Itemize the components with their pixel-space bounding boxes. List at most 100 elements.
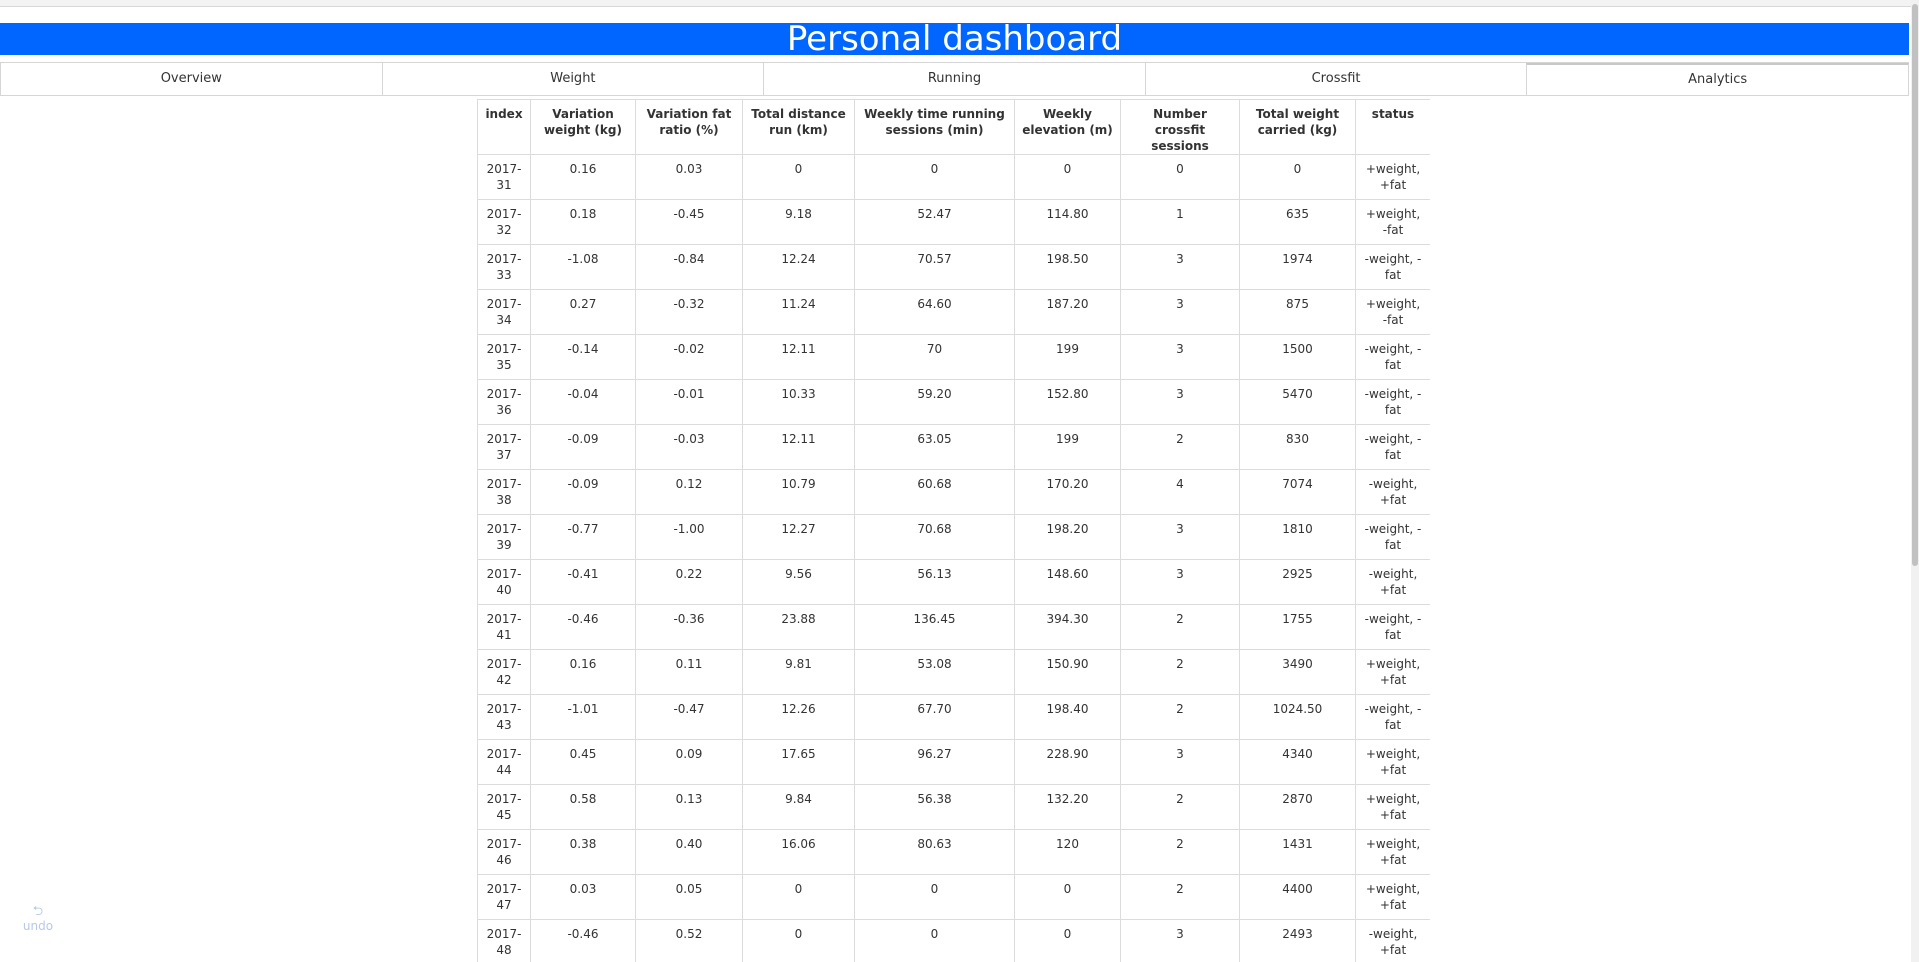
table-cell: 0.16 [530, 154, 636, 200]
table-cell: -weight, -fat [1355, 334, 1430, 380]
tab-running[interactable]: Running [763, 63, 1145, 95]
table-row: 2017-35 -0.14 -0.02 12.11 70 199 3 1500 -weight,… [477, 334, 1430, 380]
table-cell: 17.65 [742, 739, 855, 785]
table-cell: 59.20 [854, 379, 1015, 425]
page-scrollbar[interactable] [1911, 0, 1919, 962]
table-cell: -0.09 [530, 469, 636, 515]
table-cell: 70.57 [854, 244, 1015, 290]
tab-crossfit[interactable]: Crossfit [1144, 63, 1527, 95]
table-cell: 199 [1014, 424, 1121, 470]
table-cell: -weight, -fat [1355, 514, 1430, 560]
table-cell: 114.80 [1014, 199, 1121, 245]
table-cell: 2925 [1239, 559, 1356, 605]
undo-button[interactable]: ⮌ undo [22, 905, 54, 934]
table-cell: 12.11 [742, 424, 855, 470]
table-cell: 0 [1014, 919, 1121, 962]
table-cell: 1974 [1239, 244, 1356, 290]
table-cell: 2 [1120, 424, 1240, 470]
table-cell: 4400 [1239, 874, 1356, 920]
column-header[interactable]: Weekly time running sessions (min) [854, 99, 1015, 155]
table-cell: 2 [1120, 784, 1240, 830]
table-row: 2017-40 -0.41 0.22 9.56 56.13 148.60 3 2925 -wei… [477, 559, 1430, 605]
table-cell: -0.84 [635, 244, 743, 290]
table-cell: 3 [1120, 289, 1240, 335]
table-cell: -0.02 [635, 334, 743, 380]
column-header[interactable]: Weekly elevation (m) [1014, 99, 1121, 155]
table-cell: 2017-39 [477, 514, 531, 560]
table-cell: 2017-45 [477, 784, 531, 830]
table-cell: 0.05 [635, 874, 743, 920]
table-row: 2017-44 0.45 0.09 17.65 96.27 228.90 3 4340 +wei… [477, 739, 1430, 785]
column-header[interactable]: Variation fat ratio (%) [635, 99, 743, 155]
table-cell: -0.41 [530, 559, 636, 605]
table-body: 2017-31 0.16 0.03 0 0 0 0 0 +weight, +fat 2017-32… [477, 154, 1430, 962]
column-header[interactable]: Total distance run (km) [742, 99, 855, 155]
table-cell: 2017-43 [477, 694, 531, 740]
column-header[interactable]: status [1355, 99, 1430, 155]
table-cell: 0.18 [530, 199, 636, 245]
column-header[interactable]: Variation weight (kg) [530, 99, 636, 155]
table-cell: 0.38 [530, 829, 636, 875]
table-cell: 96.27 [854, 739, 1015, 785]
table-cell: 4340 [1239, 739, 1356, 785]
table-cell: 70 [854, 334, 1015, 380]
table-cell: 70.68 [854, 514, 1015, 560]
table-cell: 0 [1014, 874, 1121, 920]
undo-label: undo [22, 919, 54, 933]
table-row: 2017-48 -0.46 0.52 0 0 0 3 2493 -weight, +fat [477, 919, 1430, 962]
table-cell: 0.22 [635, 559, 743, 605]
table-cell: -weight, +fat [1355, 919, 1430, 962]
analytics-table-container: index Variation weight (kg) Variation fat … [477, 99, 1430, 962]
table-cell: 0 [1014, 154, 1121, 200]
table-cell: +weight, -fat [1355, 199, 1430, 245]
table-row: 2017-31 0.16 0.03 0 0 0 0 0 +weight, +fat [477, 154, 1430, 200]
table-row: 2017-36 -0.04 -0.01 10.33 59.20 152.80 3 5470 -w… [477, 379, 1430, 425]
table-cell: +weight, +fat [1355, 829, 1430, 875]
table-cell: 52.47 [854, 199, 1015, 245]
table-cell: 16.06 [742, 829, 855, 875]
table-cell: -0.36 [635, 604, 743, 650]
column-header[interactable]: index [477, 99, 531, 155]
table-cell: 80.63 [854, 829, 1015, 875]
table-cell: +weight, +fat [1355, 874, 1430, 920]
table-row: 2017-43 -1.01 -0.47 12.26 67.70 198.40 2 1024.5… [477, 694, 1430, 740]
column-header[interactable]: Total weight carried (kg) [1239, 99, 1356, 155]
column-header[interactable]: Number crossfit sessions [1120, 99, 1240, 155]
table-cell: 875 [1239, 289, 1356, 335]
table-cell: 2017-34 [477, 289, 531, 335]
table-cell: 152.80 [1014, 379, 1121, 425]
table-cell: 0.16 [530, 649, 636, 695]
table-cell: 0 [854, 154, 1015, 200]
table-cell: 2017-36 [477, 379, 531, 425]
tab-analytics[interactable]: Analytics [1526, 63, 1909, 95]
table-row: 2017-37 -0.09 -0.03 12.11 63.05 199 2 830 -weigh… [477, 424, 1430, 470]
table-cell: 2 [1120, 829, 1240, 875]
table-cell: 187.20 [1014, 289, 1121, 335]
table-cell: -0.46 [530, 919, 636, 962]
table-cell: 0 [1120, 154, 1240, 200]
tab-weight[interactable]: Weight [381, 63, 764, 95]
table-cell: 150.90 [1014, 649, 1121, 695]
table-cell: 2017-48 [477, 919, 531, 962]
table-cell: -1.00 [635, 514, 743, 560]
table-cell: -weight, +fat [1355, 559, 1430, 605]
table-cell: -0.45 [635, 199, 743, 245]
table-cell: 53.08 [854, 649, 1015, 695]
table-cell: 2493 [1239, 919, 1356, 962]
table-cell: 3 [1120, 514, 1240, 560]
table-cell: 0.52 [635, 919, 743, 962]
table-cell: 1755 [1239, 604, 1356, 650]
page-title: Personal dashboard [0, 22, 1909, 56]
table-cell: 0 [742, 919, 855, 962]
table-cell: 56.13 [854, 559, 1015, 605]
table-cell: 120 [1014, 829, 1121, 875]
table-row: 2017-33 -1.08 -0.84 12.24 70.57 198.50 3 1974 -w… [477, 244, 1430, 290]
table-cell: 7074 [1239, 469, 1356, 515]
table-cell: -0.47 [635, 694, 743, 740]
scrollbar-thumb[interactable] [1912, 4, 1918, 566]
table-cell: 3 [1120, 379, 1240, 425]
table-cell: 2 [1120, 694, 1240, 740]
table-row: 2017-32 0.18 -0.45 9.18 52.47 114.80 1 635 +weig… [477, 199, 1430, 245]
tab-overview[interactable]: Overview [0, 63, 382, 95]
browser-top-strip [0, 0, 1919, 7]
